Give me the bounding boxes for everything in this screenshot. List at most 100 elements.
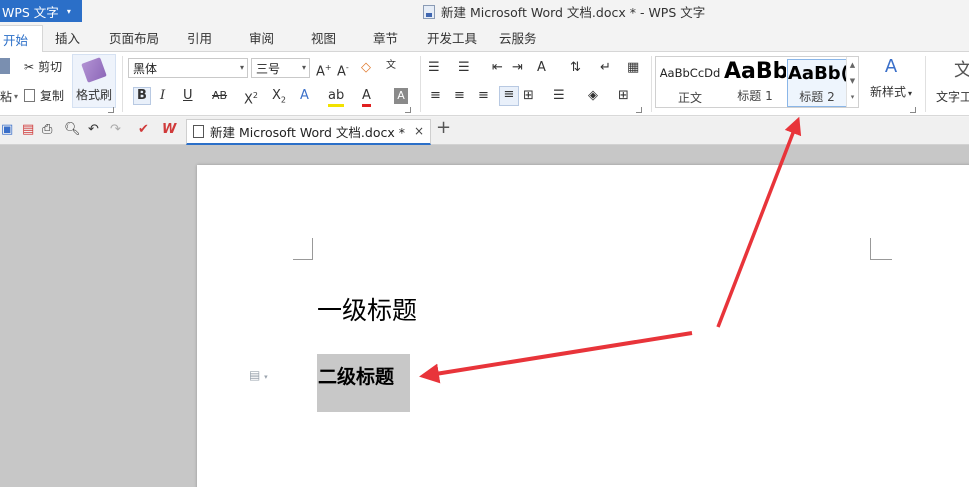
title-bar: WPS 文字 ▾ 新建 Microsoft Word 文档.docx * - W… [0, 0, 969, 22]
chevron-up-icon[interactable]: ▲ [847, 57, 858, 73]
divider [925, 56, 926, 112]
gallery-expand-icon[interactable]: ▾ [847, 89, 858, 105]
paragraph-dialog-launcher[interactable] [636, 107, 642, 113]
tab-insert[interactable]: 插入 [55, 28, 80, 47]
document-tab[interactable]: 新建 Microsoft Word 文档.docx * × [186, 119, 431, 145]
export-pdf-icon[interactable]: ▤ [22, 122, 34, 138]
style-name: 正文 [677, 91, 702, 105]
styles-dialog-launcher[interactable] [910, 107, 916, 113]
text-effect-icon[interactable]: A [300, 88, 309, 104]
new-style-label: 新样式 [869, 85, 906, 99]
chevron-down-icon: ▾ [301, 63, 306, 72]
clipboard-dialog-launcher[interactable] [108, 107, 114, 113]
app-name: WPS 文字 [2, 4, 59, 20]
tab-label: 开始 [3, 33, 29, 48]
tab-chapter[interactable]: 章节 [373, 28, 398, 47]
line-spacing-icon[interactable]: ☰ [553, 88, 565, 104]
bold-button[interactable]: B [133, 87, 151, 105]
highlight-icon[interactable]: ab [328, 88, 345, 107]
tab-references[interactable]: 引用 [187, 28, 212, 47]
paragraph-options-icon[interactable]: ▤ ▾ [249, 368, 268, 382]
chevron-down-icon[interactable]: ▼ [847, 73, 858, 89]
undo-icon[interactable]: ↶ [88, 122, 99, 138]
paintbrush-icon [81, 56, 107, 83]
style-heading-1[interactable]: AaBb 标题 1 [724, 59, 786, 107]
window-title-text: 新建 Microsoft Word 文档.docx * - WPS 文字 [441, 5, 706, 20]
document-tab-label: 新建 Microsoft Word 文档.docx * [210, 125, 405, 140]
strikethrough-button[interactable]: AB [212, 88, 227, 104]
paste-label[interactable]: 粘 ▾ [0, 88, 18, 105]
character-shading-icon[interactable]: A [394, 88, 408, 104]
heading-1-text[interactable]: 一级标题 [317, 291, 417, 327]
style-preview: AaBb [724, 59, 786, 84]
divider [651, 56, 652, 112]
text-tools-button[interactable]: 文 文字工 [936, 56, 969, 105]
copy-button[interactable]: 复制 [24, 87, 64, 104]
borders-icon[interactable]: ⊞ [618, 88, 629, 104]
decrease-indent-icon[interactable]: ⇤ [492, 60, 503, 76]
print-icon[interactable]: ⎙ [42, 122, 52, 138]
document-icon [193, 125, 204, 138]
text-tools-icon: 文 [954, 60, 969, 81]
paste-button[interactable] [0, 58, 10, 74]
document-page[interactable]: 一级标题 ▤ ▾ 二级标题 [197, 165, 969, 487]
text-direction-icon[interactable]: A [537, 60, 546, 76]
tab-review[interactable]: 审阅 [249, 28, 274, 47]
font-family-select[interactable]: 黑体 ▾ [128, 58, 248, 78]
sort-icon[interactable]: ⇅ [570, 60, 581, 76]
document-workspace: 一级标题 ▤ ▾ 二级标题 [0, 145, 969, 487]
superscript-button[interactable]: X2 [244, 88, 258, 108]
grow-font-icon[interactable]: A+ [316, 60, 332, 80]
tab-view[interactable]: 视图 [311, 28, 336, 47]
increase-indent-icon[interactable]: ⇥ [512, 60, 523, 76]
pin-icon[interactable]: ✔ [138, 122, 149, 138]
shading-icon[interactable]: ◈ [588, 88, 598, 104]
align-right-icon[interactable]: ≡ [478, 88, 489, 104]
divider [420, 56, 421, 112]
style-normal[interactable]: AaBbCcDd 正文 [658, 59, 722, 107]
clear-format-icon[interactable]: ◇ [361, 60, 371, 76]
wps-logo-icon[interactable]: W [162, 122, 176, 138]
italic-button[interactable]: I [160, 88, 165, 104]
style-preview: AaBbCcDd [659, 66, 721, 80]
tab-cloud[interactable]: 云服务 [499, 28, 537, 47]
ribbon: 粘 ▾ ✂ 剪切 复制 格式刷 黑体 ▾ 三号 ▾ A+ A- ◇ 文 B I U AB… [0, 52, 969, 116]
redo-icon[interactable]: ↷ [110, 122, 121, 138]
new-style-button[interactable]: A 新样式 ▾ [866, 56, 916, 100]
align-left-icon[interactable]: ≡ [430, 88, 441, 104]
shrink-font-icon[interactable]: A- [337, 60, 349, 80]
distribute-icon[interactable]: ⊞ [523, 88, 534, 104]
bullets-icon[interactable]: ☰ [428, 60, 440, 76]
table-borders-icon[interactable]: ▦ [627, 60, 639, 76]
format-painter-label: 格式刷 [75, 87, 112, 102]
format-painter-button[interactable]: 格式刷 [72, 54, 116, 108]
numbering-icon[interactable]: ☰ [458, 60, 470, 76]
app-menu-button[interactable]: WPS 文字 ▾ [0, 0, 82, 22]
heading-2-text-selected[interactable]: 二级标题 [317, 354, 410, 412]
align-center-icon[interactable]: ≡ [454, 88, 465, 104]
scissors-icon: ✂ [24, 59, 35, 74]
cut-button[interactable]: ✂ 剪切 [24, 58, 62, 75]
underline-button[interactable]: U [183, 88, 193, 104]
add-tab-icon[interactable]: + [436, 119, 451, 137]
justify-icon[interactable]: ≡ [499, 86, 519, 106]
close-icon[interactable]: × [414, 124, 424, 138]
style-heading-2[interactable]: AaBb( 标题 2 [787, 59, 847, 107]
font-size-select[interactable]: 三号 ▾ [251, 58, 310, 78]
gallery-scroll[interactable]: ▲ ▼ ▾ [846, 57, 858, 107]
window-title: 新建 Microsoft Word 文档.docx * - WPS 文字 [423, 2, 705, 21]
save-icon[interactable]: ▣ [1, 122, 13, 138]
font-family-value: 黑体 [133, 61, 158, 76]
chevron-down-icon: ▾ [14, 92, 19, 101]
font-dialog-launcher[interactable] [405, 107, 411, 113]
tab-start[interactable]: 开始 [0, 25, 44, 53]
paragraph-mark-icon[interactable]: ↵ [600, 60, 611, 76]
tab-developer[interactable]: 开发工具 [427, 28, 477, 47]
font-size-value: 三号 [256, 61, 281, 76]
quick-access-bar: ▣ ▤ ⎙ 🔍︎ ↶ ↷ ✔ W 新建 Microsoft Word 文档.do… [0, 117, 969, 145]
font-color-icon[interactable]: A [362, 88, 371, 107]
print-preview-icon[interactable]: 🔍︎ [64, 122, 81, 138]
tab-page-layout[interactable]: 页面布局 [109, 28, 159, 47]
subscript-button[interactable]: X2 [272, 88, 286, 109]
phonetic-guide-icon[interactable]: 文 [386, 58, 396, 74]
